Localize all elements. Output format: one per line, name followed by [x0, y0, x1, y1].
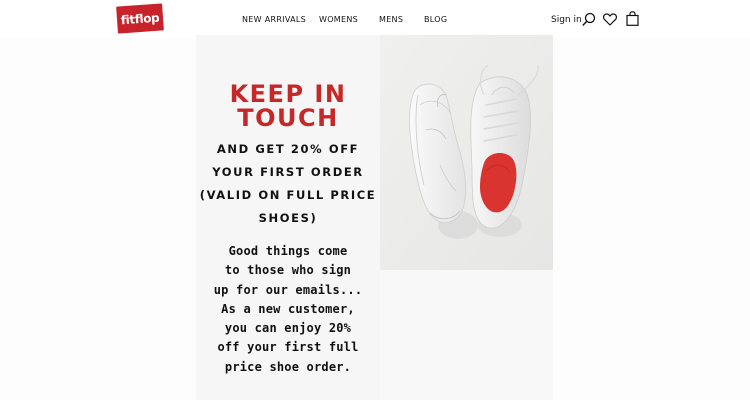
sign-in-link[interactable]: Sign in — [551, 15, 582, 33]
page: fitflop NEW ARRIVALS WOMENS MENS BLOG Si… — [0, 0, 750, 400]
search-icon[interactable] — [582, 12, 596, 26]
body-line: up for our emails... — [213, 282, 363, 297]
body-line: Good things come — [228, 244, 348, 258]
offer-line: (VALID ON FULL PRICE — [199, 188, 377, 202]
promo-offer: AND GET 20% OFF YOUR FIRST ORDER (VALID … — [196, 138, 380, 230]
nav-item-mens[interactable]: MENS — [379, 15, 403, 24]
nav-item-womens[interactable]: WOMENS — [319, 15, 358, 24]
body-line: As a new customer, — [221, 301, 355, 316]
offer-line: AND GET 20% OFF — [216, 142, 360, 156]
promo-image-spacer — [380, 270, 553, 400]
offer-line: YOUR FIRST ORDER — [212, 165, 364, 179]
site-header: fitflop NEW ARRIVALS WOMENS MENS BLOG Si… — [0, 0, 750, 38]
body-line: off your first full — [217, 340, 359, 355]
promo-body-copy: Good things come to those who sign up fo… — [196, 242, 380, 377]
body-line: you can enjoy 20% — [224, 321, 352, 336]
heart-icon[interactable] — [603, 13, 617, 26]
nav-item-new-arrivals[interactable]: NEW ARRIVALS — [242, 15, 306, 24]
bag-icon[interactable] — [626, 11, 639, 26]
nav-item-blog[interactable]: BLOG — [424, 15, 447, 24]
headline-line: TOUCH — [237, 104, 339, 132]
body-line: to those who sign — [224, 263, 352, 278]
promo-headline: KEEP IN TOUCH — [196, 82, 380, 130]
body-line: price shoe order. — [224, 359, 352, 374]
headline-line: KEEP IN — [229, 80, 347, 108]
offer-line: SHOES) — [258, 211, 318, 225]
promo-image — [380, 35, 553, 270]
